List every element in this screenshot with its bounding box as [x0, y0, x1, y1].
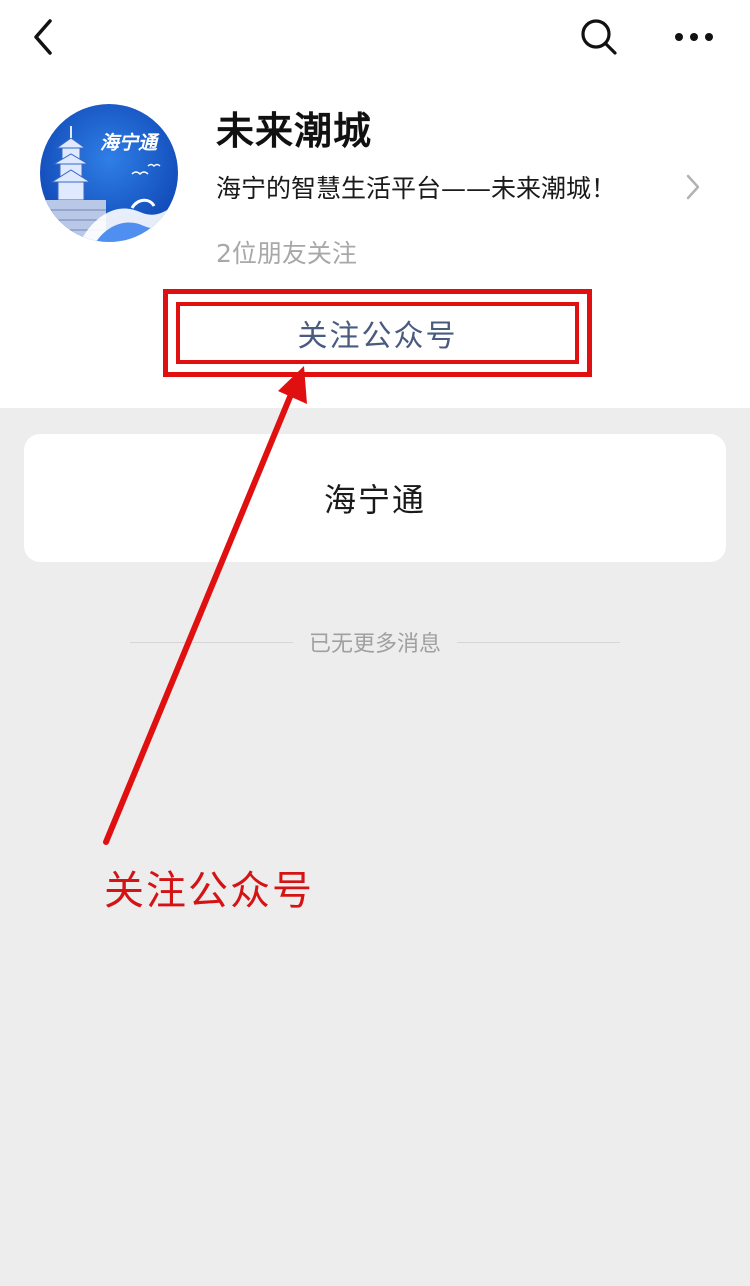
annotation-label: 关注公众号	[104, 868, 314, 914]
annotation-arrow	[103, 366, 307, 845]
